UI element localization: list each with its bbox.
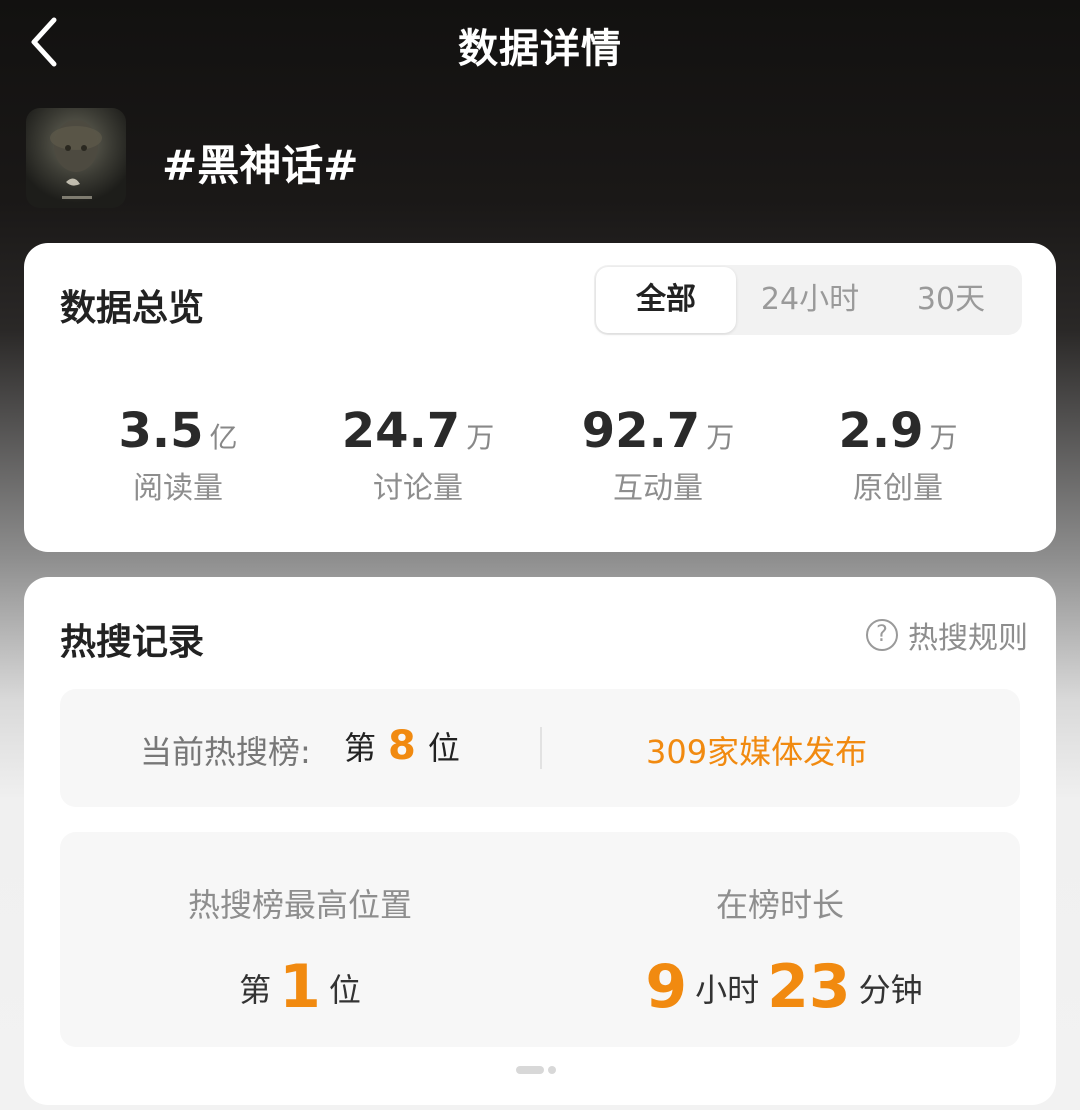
stat-unit: 万 bbox=[466, 421, 495, 454]
stat-unit: 万 bbox=[929, 421, 958, 454]
stat-value: 24.7 bbox=[341, 403, 461, 459]
stat-label: 原创量 bbox=[853, 471, 943, 506]
current-rank-label: 当前热搜榜: bbox=[140, 733, 311, 771]
stat-discussions: 24.7 万 讨论量 bbox=[298, 403, 538, 507]
current-rank: 第8位 bbox=[344, 723, 460, 769]
hot-search-rules-link[interactable]: ? 热搜规则 bbox=[866, 613, 1028, 657]
page-dot bbox=[548, 1066, 556, 1074]
media-count-link[interactable]: 309家媒体发布 bbox=[646, 727, 867, 773]
stat-unit: 亿 bbox=[209, 421, 238, 454]
minutes-number: 23 bbox=[767, 952, 851, 1022]
stat-label: 阅读量 bbox=[133, 471, 223, 506]
data-overview-card: 数据总览 全部 24小时 30天 3.5 亿 阅读量 24.7 万 讨论量 92.7… bbox=[24, 243, 1056, 552]
stat-value: 3.5 bbox=[118, 403, 204, 459]
highest-position-label: 热搜榜最高位置 bbox=[187, 886, 412, 924]
hours-unit: 小时 bbox=[695, 971, 760, 1009]
header-bar: 数据详情 bbox=[0, 0, 1080, 90]
highest-prefix: 第 bbox=[239, 971, 272, 1009]
page-title: 数据详情 bbox=[458, 26, 622, 72]
stat-interactions: 92.7 万 互动量 bbox=[538, 403, 778, 507]
highest-position: 热搜榜最高位置 第1位 bbox=[60, 880, 540, 1022]
hot-search-card: 热搜记录 ? 热搜规则 当前热搜榜: 第8位 309家媒体发布 热搜榜最高位置 … bbox=[24, 577, 1056, 1105]
highest-suffix: 位 bbox=[328, 971, 361, 1009]
hot-search-title: 热搜记录 bbox=[60, 622, 205, 663]
stat-originals: 2.9 万 原创量 bbox=[778, 403, 1018, 507]
current-rank-panel: 当前热搜榜: 第8位 309家媒体发布 bbox=[60, 689, 1020, 807]
stat-reads: 3.5 亿 阅读量 bbox=[58, 403, 298, 507]
rank-suffix: 位 bbox=[427, 729, 460, 767]
time-range-tabs: 全部 24小时 30天 bbox=[594, 265, 1022, 335]
stat-label: 讨论量 bbox=[373, 471, 463, 506]
minutes-unit: 分钟 bbox=[858, 971, 923, 1009]
page-dot-active bbox=[516, 1066, 544, 1074]
tab-all[interactable]: 全部 bbox=[596, 267, 736, 333]
help-circle-icon: ? bbox=[866, 619, 898, 651]
hours-number: 9 bbox=[645, 952, 688, 1022]
tab-24h[interactable]: 24小时 bbox=[740, 265, 880, 335]
stat-value: 2.9 bbox=[838, 403, 924, 459]
hot-search-stats-panel: 热搜榜最高位置 第1位 在榜时长 9 小时 23 分钟 bbox=[60, 832, 1020, 1047]
topic-title: #黑神话# bbox=[162, 141, 359, 190]
highest-position-value: 第1位 bbox=[60, 952, 540, 1022]
time-on-list-value: 9 小时 23 分钟 bbox=[540, 952, 1020, 1022]
topic-cover-image bbox=[26, 108, 126, 208]
stat-value: 92.7 bbox=[581, 403, 701, 459]
divider bbox=[540, 727, 542, 769]
time-on-list-label: 在榜时长 bbox=[715, 886, 844, 924]
page-indicator bbox=[516, 1059, 556, 1078]
tab-30d[interactable]: 30天 bbox=[884, 265, 1018, 335]
stat-label: 互动量 bbox=[613, 471, 703, 506]
highest-number: 1 bbox=[279, 952, 321, 1022]
rank-number: 8 bbox=[388, 723, 416, 769]
stat-unit: 万 bbox=[706, 421, 735, 454]
rules-label: 热搜规则 bbox=[908, 621, 1028, 656]
overview-title: 数据总览 bbox=[60, 288, 205, 329]
rank-prefix: 第 bbox=[344, 729, 377, 767]
time-on-list: 在榜时长 9 小时 23 分钟 bbox=[540, 880, 1020, 1022]
